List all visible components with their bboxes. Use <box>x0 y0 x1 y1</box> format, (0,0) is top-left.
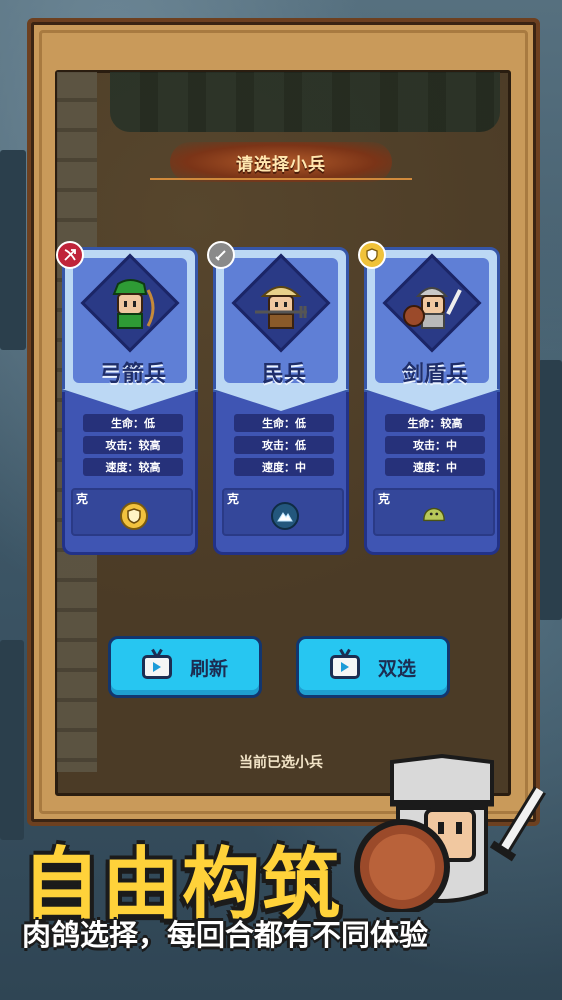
promo-subtitle: 肉鸽选择，每回合都有不同体验 <box>22 918 429 952</box>
mountain-icon <box>271 502 299 530</box>
counter-label: 克 <box>76 492 89 506</box>
double-select-button-label: 双选 <box>377 657 416 680</box>
stat-hp: 生命：低 <box>234 414 334 432</box>
unit-name: 弓箭兵 <box>99 362 166 387</box>
counter-box: 克 <box>373 488 495 536</box>
panel-title: 请选择小兵 <box>236 154 326 175</box>
unit-name: 民兵 <box>261 362 306 387</box>
card-portrait: 民兵 <box>213 247 349 392</box>
refresh-button[interactable]: 刷新 <box>108 636 262 698</box>
forest-strip <box>110 72 500 132</box>
title-banner: 请选择小兵 <box>170 142 392 182</box>
tv-ad-icon <box>141 655 172 679</box>
tree-left <box>0 150 26 350</box>
stat-hp: 生命：较高 <box>385 414 485 432</box>
counter-box: 克 <box>222 488 344 536</box>
card-stats-panel: 生命：低 攻击：低 速度：中 克 <box>213 387 349 555</box>
card-portrait: 剑盾兵 <box>364 247 500 392</box>
counter-box: 克 <box>71 488 193 536</box>
slime-icon <box>422 502 446 526</box>
militia-unit-icon <box>255 286 307 329</box>
tree-right <box>538 360 562 620</box>
title-underline <box>150 178 412 180</box>
archer-unit-icon <box>112 279 155 329</box>
stat-speed: 速度：中 <box>234 458 334 476</box>
card-stats-panel: 生命：较高 攻击：中 速度：中 克 <box>364 387 500 555</box>
stats-list: 生命：低 攻击：低 速度：中 <box>234 414 334 480</box>
swordshield-unit-icon <box>403 287 462 329</box>
counter-label: 克 <box>227 492 240 506</box>
shield-icon <box>358 241 386 269</box>
double-select-button[interactable]: 双选 <box>296 636 450 698</box>
shield-icon <box>120 502 148 530</box>
stats-list: 生命：低 攻击：较高 速度：较高 <box>83 414 183 480</box>
stats-list: 生命：较高 攻击：中 速度：中 <box>385 414 485 480</box>
knight-mascot <box>354 753 546 912</box>
stat-attack: 攻击：较高 <box>83 436 183 454</box>
card-portrait: 弓箭兵 <box>62 247 198 392</box>
unit-card-swordshield[interactable]: 生命：较高 攻击：中 速度：中 克 剑盾兵 <box>358 241 500 555</box>
card-stats-panel: 生命：低 攻击：较高 速度：较高 克 <box>62 387 198 555</box>
stat-speed: 速度：较高 <box>83 458 183 476</box>
stat-attack: 攻击：中 <box>385 436 485 454</box>
refresh-button-label: 刷新 <box>189 657 228 680</box>
bow-arrow-icon <box>56 241 84 269</box>
stat-attack: 攻击：低 <box>234 436 334 454</box>
stat-hp: 生命：低 <box>83 414 183 432</box>
unit-card-militia[interactable]: 生命：低 攻击：低 速度：中 克 民兵 <box>207 241 349 555</box>
sword-icon <box>207 241 235 269</box>
counter-label: 克 <box>378 492 391 506</box>
stat-speed: 速度：中 <box>385 458 485 476</box>
unit-name: 剑盾兵 <box>401 362 468 387</box>
unit-card-archer[interactable]: 生命：低 攻击：较高 速度：较高 克 弓箭兵 <box>56 241 198 555</box>
tree-left-bottom <box>0 640 24 840</box>
tv-ad-icon <box>329 655 360 679</box>
